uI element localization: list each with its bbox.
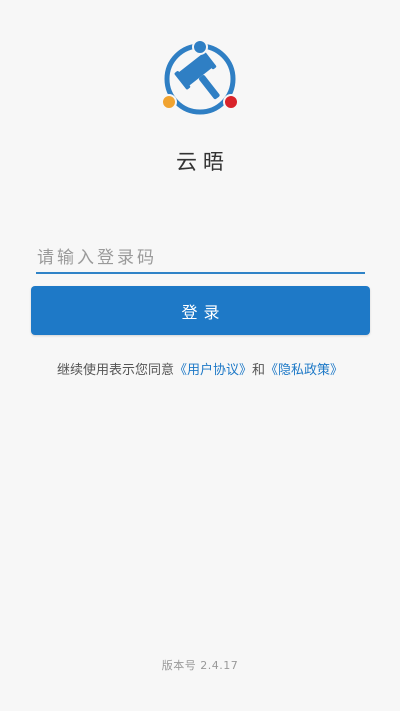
privacy-policy-link[interactable]: 《隐私政策》 xyxy=(265,363,343,378)
agreement-notice: 继续使用表示您同意《用户协议》和《隐私政策》 xyxy=(0,359,400,378)
app-name: 云晤 xyxy=(176,150,230,174)
version-label: 版本号 2.4.17 xyxy=(161,659,239,672)
login-button[interactable]: 登录 xyxy=(31,286,370,335)
login-code-input[interactable] xyxy=(36,244,366,272)
login-code-field[interactable] xyxy=(36,244,366,274)
agreement-connector: 和 xyxy=(252,363,266,378)
app-logo-icon xyxy=(158,39,242,120)
user-agreement-link[interactable]: 《用户协议》 xyxy=(174,363,252,378)
agreement-prefix: 继续使用表示您同意 xyxy=(56,363,174,378)
